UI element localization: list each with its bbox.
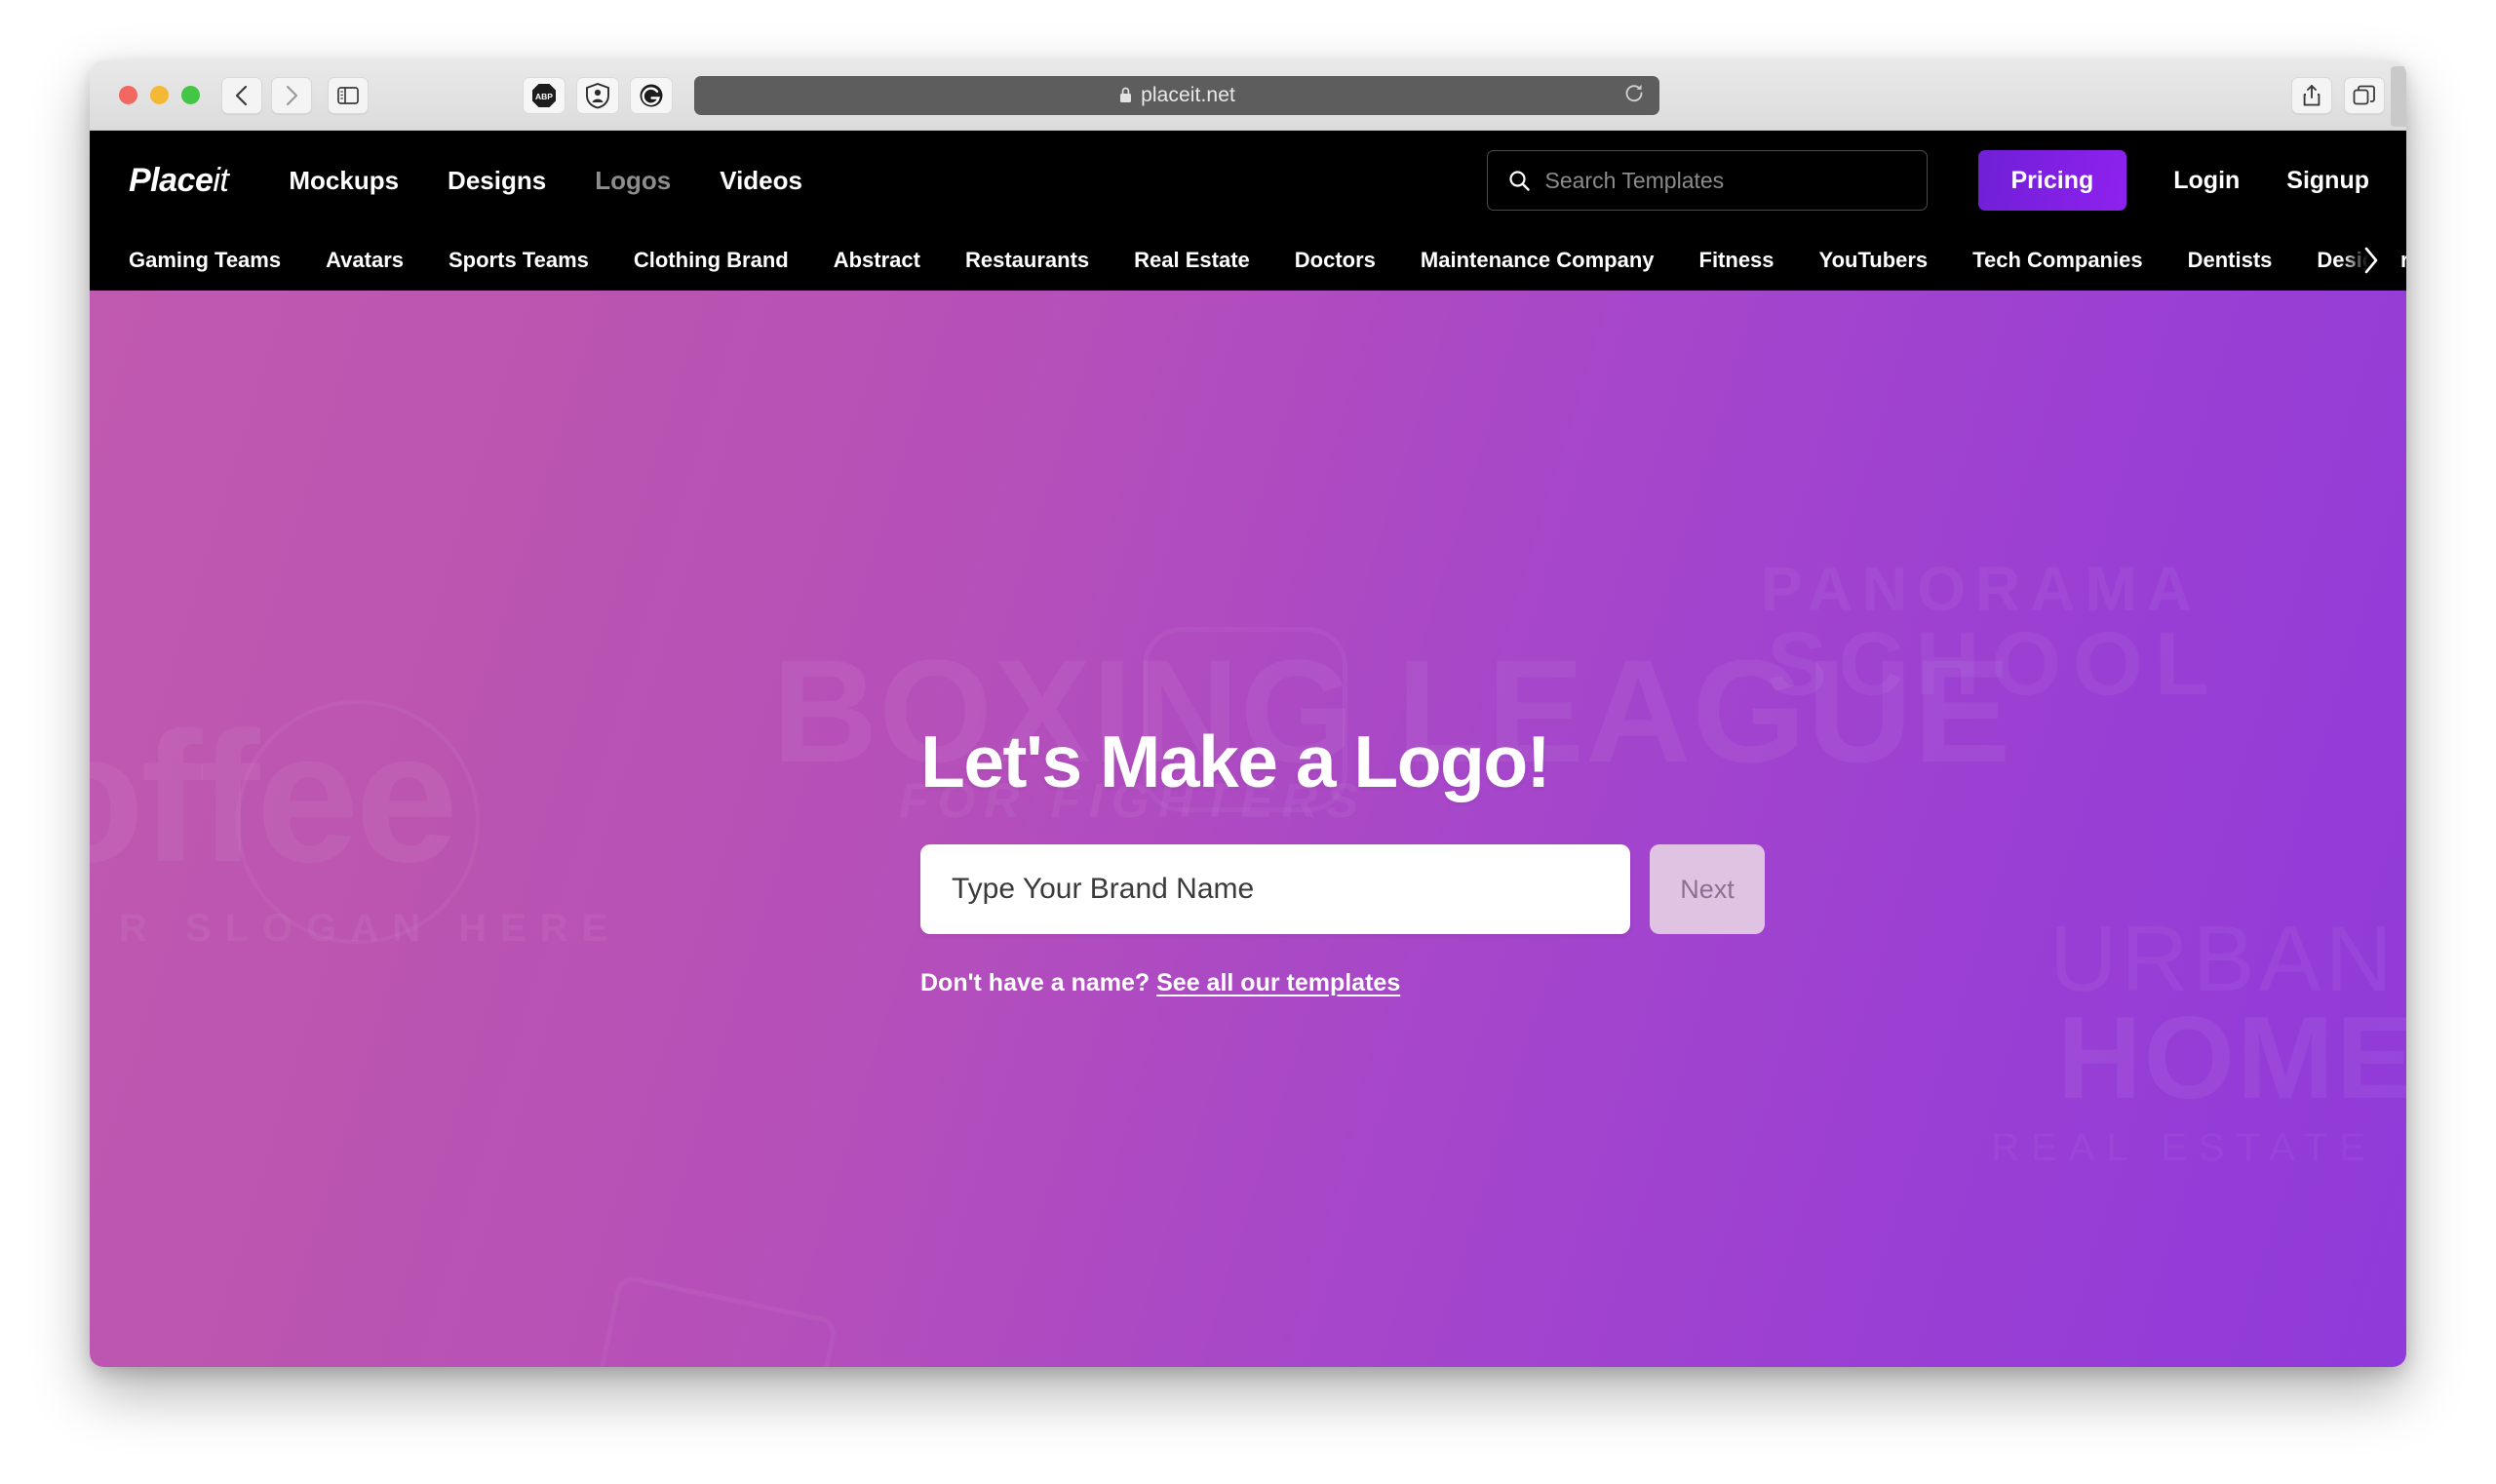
category-dentists[interactable]: Dentists [2188,248,2273,273]
watermark-real-estate: Real Estate [1991,1128,2377,1167]
logo-bold-text: Place [129,161,214,199]
chevron-left-icon [235,85,248,105]
category-scroll-next-button[interactable] [2342,230,2400,291]
sidebar-toggle-icon [337,86,359,104]
decorative-badge-shape [578,1273,839,1367]
category-sports-teams[interactable]: Sports Teams [448,248,589,273]
sidebar-toggle-button[interactable] [328,76,369,114]
address-bar-content: placeit.net [1118,84,1235,107]
window-controls [119,86,200,104]
watermark-home: Home [2057,993,2406,1123]
grammarly-icon [640,84,663,106]
nav-item-mockups[interactable]: Mockups [289,166,399,196]
site-header: Placeit Mockups Designs Logos Videos Sea… [90,131,2406,230]
minimize-window-button[interactable] [150,86,169,104]
watermark-school: School [1767,614,2221,714]
shield-privacy-icon [586,82,609,108]
reload-button[interactable] [1622,81,1646,109]
brand-name-form: Next [920,844,1895,934]
watermark-panorama: Panorama [1760,554,2202,624]
placeit-logo[interactable]: Placeit [129,161,229,200]
no-name-prompt: Don't have a name? See all our templates [920,969,1895,997]
tab-overview-button[interactable] [2344,76,2385,114]
lock-icon [1118,86,1133,104]
grammarly-button[interactable] [630,76,673,114]
back-button[interactable] [221,76,262,114]
category-fitness[interactable]: Fitness [1699,248,1774,273]
privacy-shield-button[interactable] [576,76,619,114]
category-clothing-brand[interactable]: Clothing Brand [634,248,789,273]
next-button[interactable]: Next [1650,844,1765,934]
adblock-plus-icon: ABP [532,83,556,107]
category-real-estate[interactable]: Real Estate [1134,248,1250,273]
category-maintenance-company[interactable]: Maintenance Company [1421,248,1655,273]
share-icon [2303,84,2320,106]
category-abstract[interactable]: Abstract [834,248,920,273]
adblock-plus-button[interactable]: ABP [523,76,566,114]
pricing-button[interactable]: Pricing [1977,150,2127,211]
search-templates-box[interactable]: Search Templates [1486,150,1928,211]
header-right-section: Search Templates Pricing Login Signup [1486,150,2369,211]
no-name-prompt-text: Don't have a name? [920,969,1150,996]
navigation-buttons [221,76,312,114]
address-bar[interactable]: placeit.net [694,75,1659,115]
forward-button[interactable] [271,76,312,114]
chevron-right-icon [286,85,298,105]
signup-link[interactable]: Signup [2286,167,2369,195]
nav-item-videos[interactable]: Videos [720,166,802,196]
category-tech-companies[interactable]: Tech Companies [1972,248,2142,273]
nav-item-logos[interactable]: Logos [595,166,671,196]
category-gaming-teams[interactable]: Gaming Teams [129,248,281,273]
browser-window: ABP placeit.net Placeit Mockups Designs … [90,60,2406,1367]
tab-overview-icon [2353,85,2375,104]
search-icon [1508,171,1530,191]
browser-extensions: ABP [523,76,673,114]
search-input-placeholder: Search Templates [1544,167,1725,193]
chevron-right-icon [2364,247,2378,274]
hero-section: offee R SLOGAN HERE Boxing League For Fi… [90,291,2406,1367]
category-youtubers[interactable]: YouTubers [1819,248,1929,273]
browser-toolbar: ABP placeit.net [90,60,2406,131]
share-button[interactable] [2291,76,2332,114]
logo-light-text: it [213,161,229,199]
category-doctors[interactable]: Doctors [1295,248,1376,273]
see-all-templates-link[interactable]: See all our templates [1156,969,1400,996]
hero-title: Let's Make a Logo! [920,721,1551,802]
hero-content: Let's Make a Logo! Next Don't have a nam… [920,720,1895,997]
login-link[interactable]: Login [2173,167,2240,195]
url-text: placeit.net [1141,83,1235,106]
category-restaurants[interactable]: Restaurants [965,248,1089,273]
reload-icon [1625,84,1643,101]
decorative-badge-shape [236,700,480,944]
svg-text:ABP: ABP [535,92,553,101]
watermark-urban: Urban [2048,907,2397,1011]
nav-item-designs[interactable]: Designs [448,166,546,196]
new-tab-button[interactable]: + [2391,66,2406,127]
close-window-button[interactable] [119,86,137,104]
main-navigation: Mockups Designs Logos Videos [289,166,802,196]
category-avatars[interactable]: Avatars [326,248,404,273]
toolbar-right-buttons [2291,76,2385,114]
category-bar: Gaming Teams Avatars Sports Teams Clothi… [90,230,2406,291]
maximize-window-button[interactable] [181,86,200,104]
brand-name-input[interactable] [920,844,1630,934]
